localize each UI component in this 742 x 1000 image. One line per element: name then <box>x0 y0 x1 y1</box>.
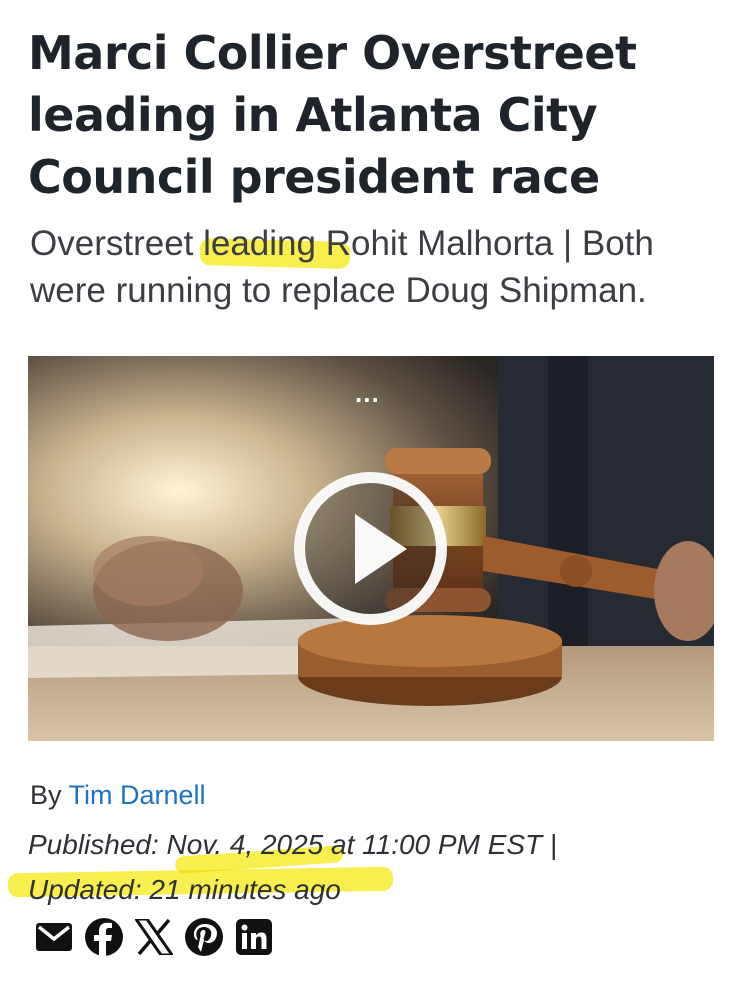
share-facebook-button[interactable] <box>80 913 128 961</box>
share-email-button[interactable] <box>30 913 78 961</box>
author-link[interactable]: Tim Darnell <box>69 780 206 810</box>
pinterest-icon <box>185 918 223 956</box>
byline-prefix: By <box>30 780 62 810</box>
facebook-icon <box>85 918 123 956</box>
share-bar <box>30 913 278 961</box>
byline: By Tim Darnell <box>30 780 206 811</box>
video-more-button[interactable]: ... <box>355 378 380 409</box>
article-headline: Marci Collier Overstreet leading in Atla… <box>28 26 637 204</box>
email-icon <box>36 923 72 951</box>
video-player[interactable]: ... <box>28 356 714 741</box>
updated-date: Updated: 21 minutes ago <box>28 874 341 905</box>
share-linkedin-button[interactable] <box>230 913 278 961</box>
article-subhead: Overstreet leading Rohit Malhorta | Both… <box>30 224 654 310</box>
linkedin-icon <box>236 919 272 955</box>
article-dates: Published: Nov. 4, 2025 at 11:00 PM EST |… <box>28 822 728 912</box>
date-separator: | <box>550 829 558 860</box>
share-pinterest-button[interactable] <box>180 913 228 961</box>
play-button[interactable] <box>294 472 447 625</box>
published-date: Published: Nov. 4, 2025 at 11:00 PM EST <box>28 829 543 860</box>
play-icon <box>355 514 407 584</box>
share-x-button[interactable] <box>130 913 178 961</box>
x-icon <box>135 919 173 955</box>
